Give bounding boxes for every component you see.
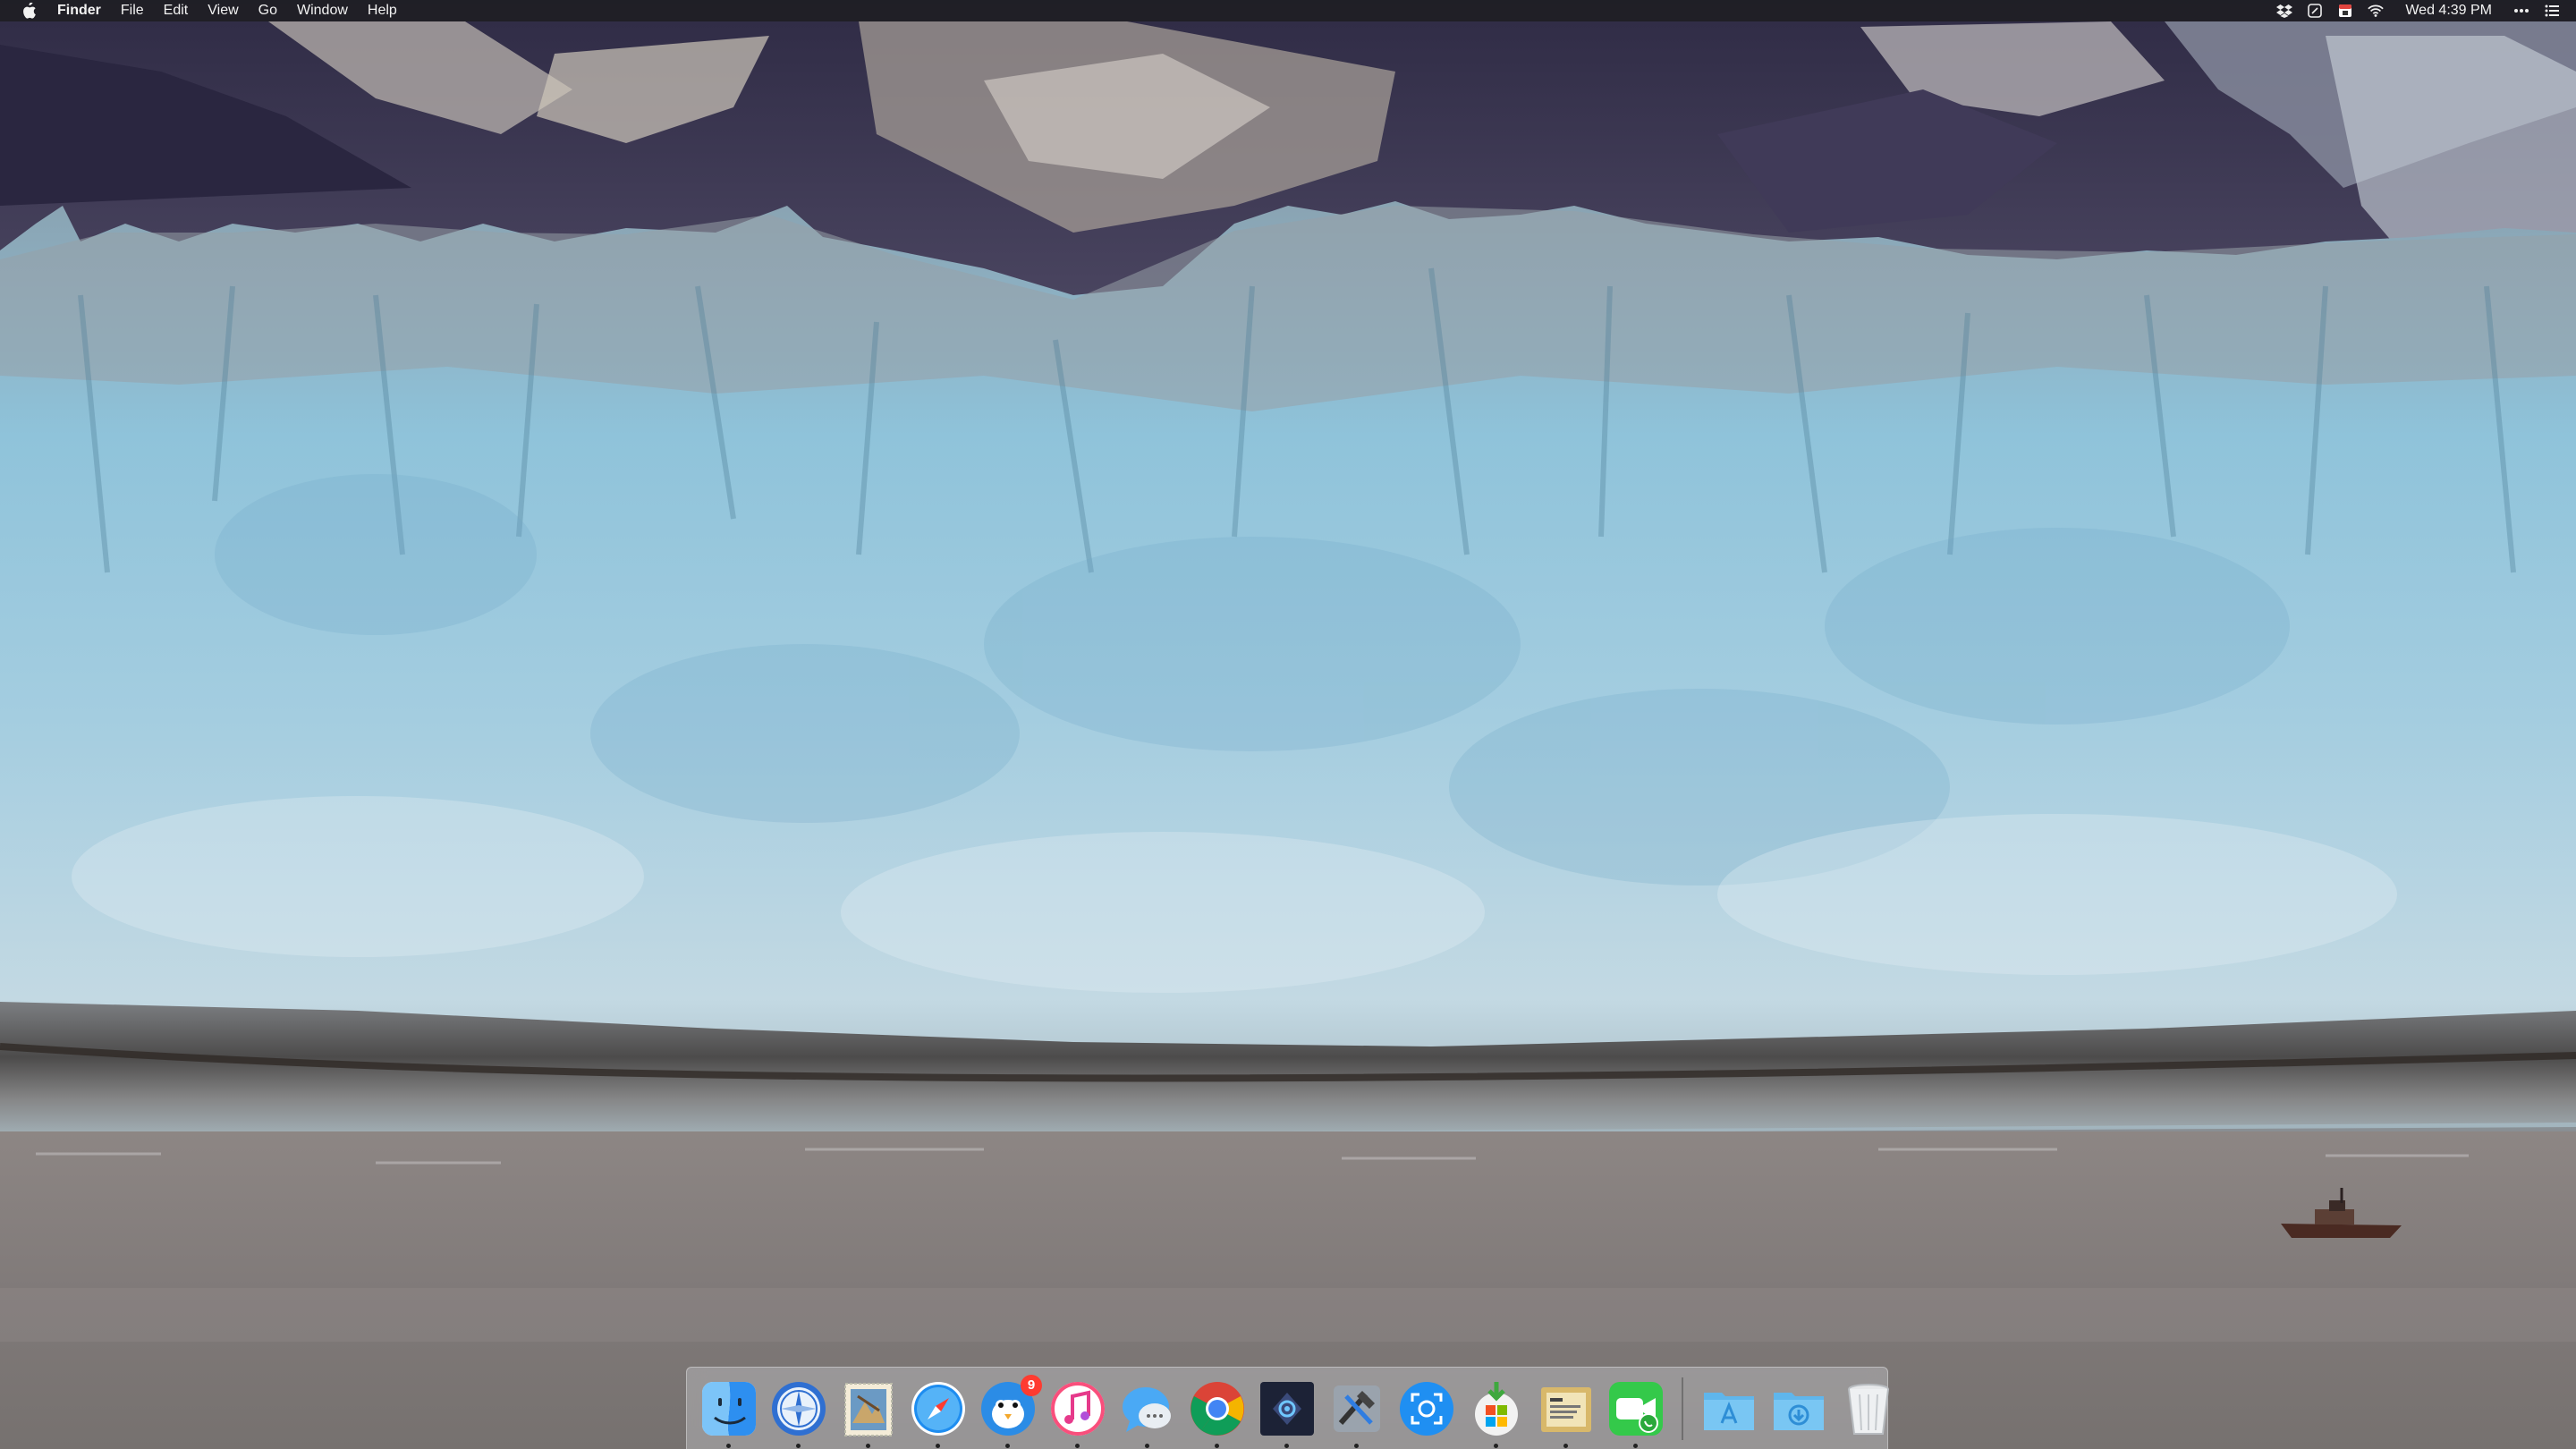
menu-app-finder[interactable]: Finder bbox=[57, 0, 101, 21]
running-indicator bbox=[1145, 1443, 1149, 1448]
running-indicator bbox=[936, 1443, 940, 1448]
applications-folder-icon bbox=[1704, 1392, 1754, 1430]
facetime-icon bbox=[1609, 1381, 1663, 1436]
calendar-icon[interactable] bbox=[2337, 3, 2353, 19]
glacier-wallpaper-image bbox=[0, 0, 2576, 1449]
dock-itunes[interactable] bbox=[1047, 1378, 1108, 1448]
menu-bar: Finder File Edit View Go Window Help Wed… bbox=[0, 0, 2576, 21]
dock-finder[interactable] bbox=[699, 1378, 759, 1448]
running-indicator bbox=[1633, 1443, 1638, 1448]
running-indicator bbox=[726, 1443, 731, 1448]
running-indicator bbox=[1215, 1443, 1219, 1448]
dock-pixelmator[interactable] bbox=[1257, 1378, 1318, 1448]
safari-compass-icon bbox=[911, 1381, 965, 1436]
dock-todo[interactable] bbox=[1536, 1378, 1597, 1448]
downloads-folder-icon bbox=[1774, 1392, 1824, 1430]
chrome-icon bbox=[1191, 1381, 1244, 1436]
dock-developer-tools[interactable] bbox=[1326, 1378, 1387, 1448]
dock: 9 bbox=[686, 1367, 1889, 1449]
menu-view[interactable]: View bbox=[208, 0, 238, 21]
desktop: Finder File Edit View Go Window Help Wed… bbox=[0, 0, 2576, 1449]
screenshot-icon bbox=[1400, 1381, 1453, 1436]
more-icon[interactable] bbox=[2513, 3, 2529, 19]
dock-separator bbox=[1682, 1377, 1683, 1440]
notification-center-icon[interactable] bbox=[2544, 3, 2560, 19]
music-note-icon bbox=[1051, 1381, 1105, 1436]
desktop-wallpaper bbox=[0, 0, 2576, 1449]
dock-screenshot[interactable] bbox=[1396, 1378, 1457, 1439]
chat-bubble-icon bbox=[1123, 1386, 1171, 1432]
running-indicator bbox=[1494, 1443, 1498, 1448]
dock-chrome[interactable] bbox=[1187, 1378, 1248, 1448]
office-download-icon bbox=[1475, 1381, 1518, 1436]
running-indicator bbox=[866, 1443, 870, 1448]
dock-trash[interactable] bbox=[1838, 1378, 1899, 1439]
finder-icon bbox=[702, 1381, 756, 1436]
hammer-tools-icon bbox=[1334, 1385, 1380, 1432]
compass-radar-icon bbox=[772, 1381, 826, 1436]
menu-window[interactable]: Window bbox=[297, 0, 348, 21]
dock-mail[interactable] bbox=[838, 1378, 899, 1448]
dock-tweetbot[interactable]: 9 bbox=[978, 1374, 1042, 1448]
mail-stamp-icon bbox=[844, 1382, 893, 1436]
dock-downloads-stack[interactable] bbox=[1768, 1378, 1829, 1439]
menu-edit[interactable]: Edit bbox=[164, 0, 189, 21]
dock-office-installer[interactable] bbox=[1466, 1378, 1527, 1448]
running-indicator bbox=[1284, 1443, 1289, 1448]
trash-icon bbox=[1848, 1383, 1889, 1435]
dropbox-icon[interactable] bbox=[2276, 3, 2293, 19]
todo-card-icon bbox=[1541, 1386, 1591, 1432]
running-indicator bbox=[1005, 1443, 1010, 1448]
menu-file[interactable]: File bbox=[121, 0, 144, 21]
running-indicator bbox=[1563, 1443, 1568, 1448]
menu-bar-clock[interactable]: Wed 4:39 PM bbox=[2405, 3, 2492, 19]
running-indicator bbox=[1354, 1443, 1359, 1448]
apple-menu-icon[interactable] bbox=[20, 2, 38, 20]
dock-facetime[interactable] bbox=[1606, 1378, 1666, 1448]
menu-go[interactable]: Go bbox=[258, 0, 277, 21]
running-indicator bbox=[1075, 1443, 1080, 1448]
menu-help[interactable]: Help bbox=[368, 0, 397, 21]
wifi-icon[interactable] bbox=[2368, 3, 2385, 19]
running-indicator bbox=[796, 1443, 801, 1448]
dock-applications-stack[interactable] bbox=[1699, 1378, 1759, 1439]
dock-messages[interactable] bbox=[1117, 1378, 1178, 1448]
pixelmator-icon bbox=[1260, 1381, 1314, 1436]
dock-network-radar[interactable] bbox=[768, 1378, 829, 1448]
notification-badge: 9 bbox=[1021, 1374, 1042, 1396]
notes-icon[interactable] bbox=[2307, 3, 2323, 19]
dock-safari[interactable] bbox=[908, 1378, 969, 1448]
